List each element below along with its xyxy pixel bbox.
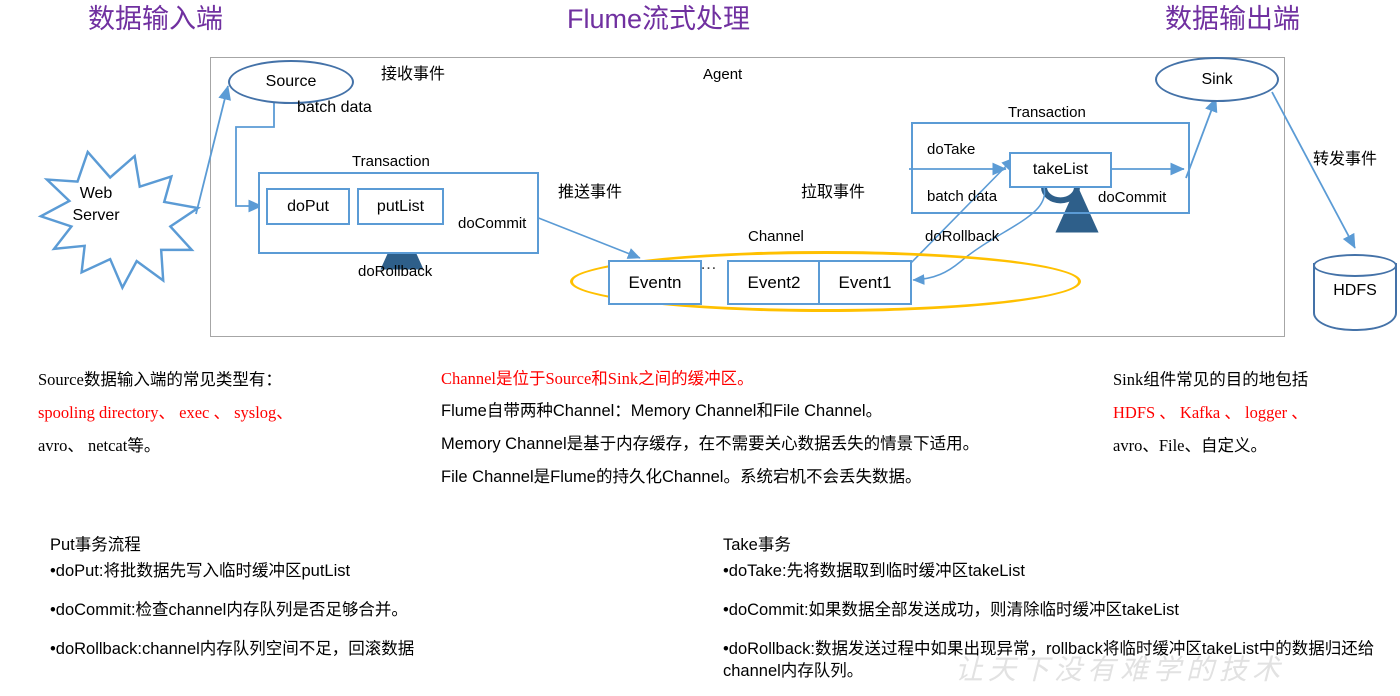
source-node[interactable]: Source <box>228 60 354 104</box>
sink-label: Sink <box>1201 70 1233 88</box>
batch-data-right-label: batch data <box>927 188 998 205</box>
do-take-label: doTake <box>927 141 976 158</box>
hdfs-label: HDFS <box>1333 282 1377 299</box>
channel-label: Channel <box>748 228 804 245</box>
web-server-label-line2: Server <box>72 207 120 224</box>
put-transaction-item-3: •doRollback:channel内存队列空间不足，回滚数据 <box>50 640 415 658</box>
event-ellipsis: … <box>700 254 719 273</box>
event-box-n[interactable]: Eventn <box>608 260 702 305</box>
source-notes-line-2: spooling directory、 exec 、 syslog、 <box>38 403 293 422</box>
event-box-2[interactable]: Event2 <box>727 260 821 305</box>
put-do-commit-label: doCommit <box>458 215 527 232</box>
do-put-label: doPut <box>287 197 329 215</box>
source-notes-line-3: avro、 netcat等。 <box>38 436 161 455</box>
put-list-label: putList <box>376 197 425 215</box>
put-do-rollback-label: doRollback <box>358 263 433 280</box>
sink-notes: Sink组件常见的目的地包括 HDFS 、 Kafka 、 logger 、 a… <box>1113 363 1400 462</box>
channel-notes-line-4: File Channel是Flume的持久化Channel。系统宕机不会丢失数据… <box>441 468 922 486</box>
forward-event-label: 转发事件 <box>1313 151 1378 168</box>
put-transaction-heading: Put事务流程 <box>50 536 141 554</box>
channel-notes-line-1: Channel是位于Source和Sink之间的缓冲区。 <box>441 369 754 388</box>
sink-notes-line-1: Sink组件常见的目的地包括 <box>1113 370 1309 389</box>
put-transaction-notes: Put事务流程 •doPut:将批数据先写入临时缓冲区putList •doCo… <box>50 534 690 660</box>
pull-event-label: 拉取事件 <box>801 184 866 201</box>
source-notes: Source数据输入端的常见类型有： spooling directory、 e… <box>38 363 438 462</box>
web-server-label: Web Server <box>56 183 136 227</box>
put-transaction-item-1: •doPut:将批数据先写入临时缓冲区putList <box>50 562 351 580</box>
watermark: 让天下没有难学的技术 <box>955 655 1286 686</box>
title-data-output: 数据输出端 <box>1165 4 1300 34</box>
take-transaction-title: Transaction <box>1008 104 1086 121</box>
title-flume-stream-processing: Flume流式处理 <box>567 4 751 34</box>
channel-notes-line-3: Memory Channel是基于内存缓存，在不需要关心数据丢失的情景下适用。 <box>441 435 980 453</box>
batch-data-left-label: batch data <box>297 99 372 116</box>
title-data-input: 数据输入端 <box>88 4 223 34</box>
take-transaction-item-2: •doCommit:如果数据全部发送成功，则清除临时缓冲区takeList <box>723 601 1179 619</box>
receive-event-label: 接收事件 <box>381 66 446 83</box>
hdfs-datastore[interactable]: HDFS <box>1313 254 1397 339</box>
put-transaction-title: Transaction <box>352 153 430 170</box>
event-2-label: Event2 <box>747 272 801 292</box>
push-event-label: 推送事件 <box>558 184 623 201</box>
put-transaction-item-2: •doCommit:检查channel内存队列是否足够合并。 <box>50 601 408 619</box>
put-list-box[interactable]: putList <box>357 188 444 225</box>
sink-node[interactable]: Sink <box>1155 57 1279 102</box>
take-transaction-item-1: •doTake:先将数据取到临时缓冲区takeList <box>723 562 1025 580</box>
take-list-label: takeList <box>1032 161 1089 178</box>
sink-notes-line-2: HDFS 、 Kafka 、 logger 、 <box>1113 403 1308 422</box>
web-server-label-line1: Web <box>79 185 113 202</box>
cylinder-top-icon <box>1313 254 1397 277</box>
do-put-box[interactable]: doPut <box>266 188 350 225</box>
take-transaction-heading: Take事务 <box>723 536 791 554</box>
source-label: Source <box>265 73 317 90</box>
event-box-1[interactable]: Event1 <box>818 260 912 305</box>
channel-notes: Channel是位于Source和Sink之间的缓冲区。 Flume自带两种Ch… <box>441 362 1101 494</box>
source-notes-line-1: Source数据输入端的常见类型有： <box>38 370 282 389</box>
agent-label: Agent <box>703 66 743 83</box>
sink-notes-line-3: avro、File、自定义。 <box>1113 436 1267 455</box>
channel-notes-line-2: Flume自带两种Channel：Memory Channel和File Cha… <box>441 402 883 420</box>
take-do-commit-label: doCommit <box>1098 189 1167 206</box>
event-1-label: Event1 <box>838 272 892 292</box>
take-do-rollback-label: doRollback <box>925 228 1000 245</box>
event-n-label: Eventn <box>628 272 682 292</box>
take-list-box[interactable]: takeList <box>1009 152 1112 188</box>
